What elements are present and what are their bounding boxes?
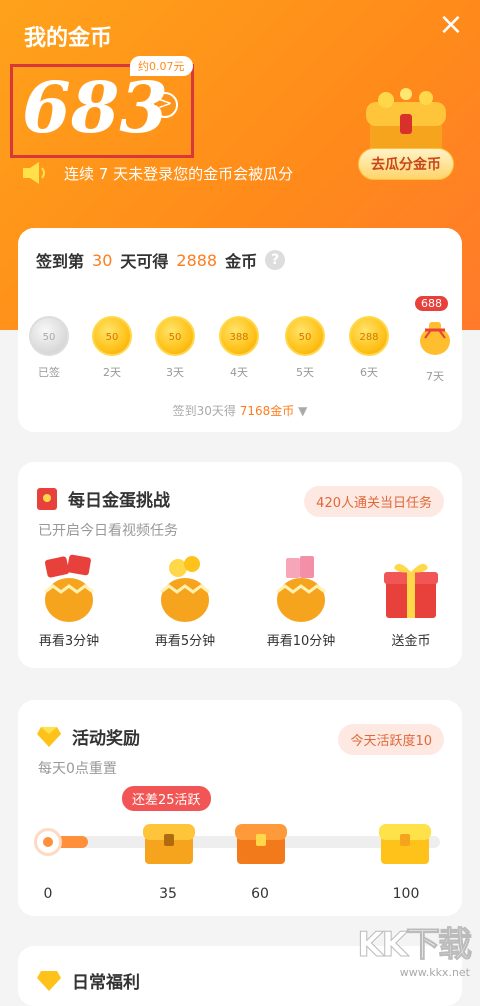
challenge-pill: 420人通关当日任务 xyxy=(304,486,444,517)
signin-card: 签到第 30 天可得 2888 金币 ? 50 已签 50 2天 50 3天 3… xyxy=(18,228,462,432)
coin-icon: 288 xyxy=(349,316,389,356)
signin-day[interactable]: 50 2天 xyxy=(91,316,133,380)
egg-task-label: 再看10分钟 xyxy=(266,634,336,649)
gift-box-icon xyxy=(384,563,438,618)
money-bag-icon xyxy=(420,322,450,355)
coin-detail-arrow-icon[interactable]: > xyxy=(152,92,178,118)
day-label: 5天 xyxy=(296,366,314,379)
signin-day[interactable]: 50 3天 xyxy=(154,316,196,380)
day-label: 已签 xyxy=(38,366,60,379)
coin-icon: 50 xyxy=(155,316,195,356)
close-button[interactable]: × xyxy=(436,10,466,40)
milestone-label: 35 xyxy=(159,886,177,902)
treasure-chest-icon[interactable] xyxy=(378,818,432,866)
egg-task[interactable]: 再看3分钟 xyxy=(24,554,114,649)
activity-subtitle: 每天0点重置 xyxy=(38,761,117,777)
challenge-title-text: 每日金蛋挑战 xyxy=(68,491,170,511)
signin-day-count: 30 xyxy=(92,250,113,270)
egg-task-label: 再看5分钟 xyxy=(154,634,216,649)
signin-day-7[interactable]: 688 7天 xyxy=(414,296,456,384)
egg-task[interactable]: 再看5分钟 xyxy=(140,554,230,649)
activity-title-text: 活动奖励 xyxy=(72,729,140,749)
gift-task[interactable]: 送金币 xyxy=(366,554,456,649)
signin-suffix: 金币 xyxy=(225,252,258,271)
day-label: 2天 xyxy=(103,366,121,379)
daily-title: 日常福利 xyxy=(36,968,140,993)
activity-pill: 今天活跃度10 xyxy=(338,724,444,755)
day-label: 3天 xyxy=(166,366,184,379)
daily-title-text: 日常福利 xyxy=(72,973,140,993)
diamond-icon xyxy=(37,726,61,747)
coin-icon: 50 xyxy=(285,316,325,356)
golden-egg-icon xyxy=(44,554,94,622)
remaining-badge: 还差25活跃 xyxy=(122,786,211,811)
speaker-icon xyxy=(23,162,45,184)
watermark-url: www.kkx.net xyxy=(399,966,470,979)
challenge-title: 每日金蛋挑战 xyxy=(36,486,170,511)
coin-icon: 50 xyxy=(92,316,132,356)
coin-icon: 388 xyxy=(219,316,259,356)
signin-day[interactable]: 288 6天 xyxy=(348,316,390,380)
day-label: 6天 xyxy=(360,366,378,379)
red-envelope-icon xyxy=(37,487,57,510)
help-icon[interactable]: ? xyxy=(265,250,286,270)
egg-task-label: 再看3分钟 xyxy=(38,634,100,649)
coin-balance: 683 xyxy=(22,66,169,149)
signin-prefix: 签到第 xyxy=(36,252,85,271)
footer-value: 7168金币 xyxy=(239,404,295,418)
inactive-warning: 连续 7 天未登录您的金币会被瓜分 xyxy=(22,160,293,186)
day-label: 4天 xyxy=(230,366,248,379)
day-label: 7天 xyxy=(426,370,444,383)
diamond-icon xyxy=(37,970,61,991)
activity-title: 活动奖励 xyxy=(36,724,140,749)
watermark: KK下载 www.kkx.net xyxy=(357,917,473,980)
progress-knob xyxy=(34,828,62,856)
signin-day[interactable]: 388 4天 xyxy=(218,316,260,380)
signin-summary: 签到第 30 天可得 2888 金币 ? xyxy=(36,248,293,272)
milestone-label: 0 xyxy=(43,886,53,902)
signin-day[interactable]: 50 已签 xyxy=(28,316,70,380)
milestone-label: 100 xyxy=(392,886,420,902)
treasure-chest-icon[interactable] xyxy=(234,818,288,866)
coin-icon: 50 xyxy=(29,316,69,356)
signin-middle: 天可得 xyxy=(120,252,169,271)
milestone-label: 60 xyxy=(251,886,269,902)
day7-badge: 688 xyxy=(415,296,448,311)
page-title: 我的金币 xyxy=(24,26,113,51)
activity-card: 活动奖励 每天0点重置 今天活跃度10 还差25活跃 0 35 60 100 xyxy=(18,700,462,916)
signin-reward: 2888 xyxy=(176,250,218,270)
egg-task[interactable]: 再看10分钟 xyxy=(256,554,346,649)
treasure-chest-icon[interactable] xyxy=(142,818,196,866)
divide-coins-button[interactable]: 去瓜分金币 xyxy=(358,148,454,180)
watermark-logo: KK下载 xyxy=(357,925,473,966)
warning-text: 连续 7 天未登录您的金币会被瓜分 xyxy=(64,164,294,183)
signin-footer[interactable]: 签到30天得 7168金币 ▼ xyxy=(18,402,462,419)
golden-egg-icon xyxy=(276,556,326,622)
caret-down-icon: ▼ xyxy=(298,404,308,418)
challenge-subtitle: 已开启今日看视频任务 xyxy=(38,523,178,539)
egg-task-label: 送金币 xyxy=(391,634,431,649)
egg-challenge-card: 每日金蛋挑战 已开启今日看视频任务 420人通关当日任务 再看3分钟 再看5分钟… xyxy=(18,462,462,668)
golden-egg-icon xyxy=(160,556,210,622)
footer-prefix: 签到30天得 xyxy=(172,404,236,418)
signin-day[interactable]: 50 5天 xyxy=(284,316,326,380)
